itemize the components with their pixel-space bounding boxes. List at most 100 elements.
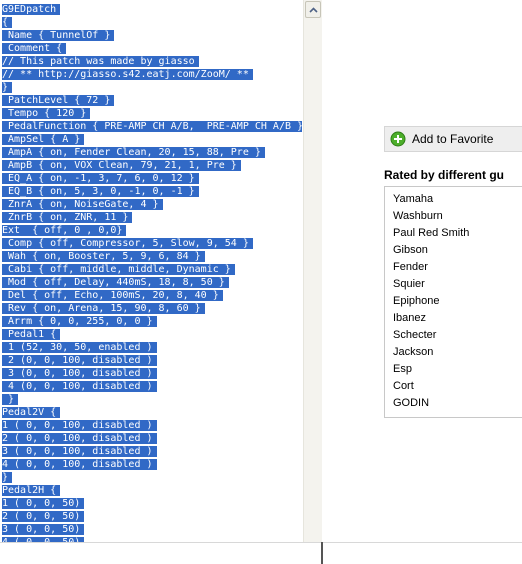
code-line: {: [2, 16, 302, 29]
code-line-text: // ** http://giasso.s42.eatj.com/ZooM/ *…: [2, 69, 253, 80]
code-line-text: EQ_B { on, 5, 3, 0, -1, 0, -1 }: [2, 186, 199, 197]
code-line: 4 (0, 0, 100, disabled ): [2, 380, 302, 393]
code-line: EQ_A { on, -1, 3, 7, 6, 0, 12 }: [2, 172, 302, 185]
code-line-text: G9EDpatch: [2, 4, 61, 15]
code-line: // This patch was made by giasso: [2, 55, 302, 68]
code-line: ZnrB { on, ZNR, 11 }: [2, 211, 302, 224]
rated-heading: Rated by different gu: [384, 168, 505, 182]
code-line-text: Ext { off, 0 , 0,0}: [2, 225, 127, 236]
code-line: ZnrA { on, NoiseGate, 4 }: [2, 198, 302, 211]
code-line-text: Mod { off, Delay, 440mS, 18, 8, 50 }: [2, 277, 229, 288]
code-line: Comp { off, Compressor, 5, Slow, 9, 54 }: [2, 237, 302, 250]
code-line: PatchLevel { 72 }: [2, 94, 302, 107]
code-line-text: 3 ( 0, 0, 50): [2, 524, 85, 535]
code-line: }: [2, 81, 302, 94]
brand-list-box: Yamaha Washburn Paul Red Smith Gibson Fender…: [384, 186, 522, 418]
add-to-favorite-button[interactable]: Add to Favorite: [384, 126, 522, 152]
code-line-text: Cabi { off, middle, middle, Dynamic }: [2, 264, 235, 275]
code-line-text: Del { off, Echo, 100mS, 20, 8, 40 }: [2, 290, 223, 301]
code-line: AmpA { on, Fender Clean, 20, 15, 88, Pre…: [2, 146, 302, 159]
brand-link[interactable]: Gibson: [393, 242, 469, 259]
code-line: 2 ( 0, 0, 50): [2, 510, 302, 523]
vertical-scrollbar[interactable]: [303, 0, 322, 542]
brand-link[interactable]: Washburn: [393, 208, 469, 225]
code-line: G9EDpatch: [2, 3, 302, 16]
code-line-text: PatchLevel { 72 }: [2, 95, 115, 106]
add-to-favorite-label: Add to Favorite: [412, 132, 494, 146]
code-line-text: Pedal2H {: [2, 485, 61, 496]
code-line-text: 2 ( 0, 0, 100, disabled ): [2, 433, 157, 444]
code-line-text: Tempo { 120 }: [2, 108, 91, 119]
code-line-text: Name { TunnelOf }: [2, 30, 115, 41]
code-line: Ext { off, 0 , 0,0}: [2, 224, 302, 237]
code-line-text: {: [2, 17, 13, 28]
code-line: Arrm { 0, 0, 255, 0, 0 }: [2, 315, 302, 328]
code-line-text: Comment {: [2, 43, 67, 54]
code-line: Wah { on, Booster, 5, 9, 6, 84 }: [2, 250, 302, 263]
brand-link[interactable]: Squier: [393, 276, 469, 293]
brand-link[interactable]: Cort: [393, 378, 469, 395]
panel-divider: [321, 542, 323, 564]
code-line: 3 (0, 0, 100, disabled ): [2, 367, 302, 380]
code-line-text: 3 ( 0, 0, 100, disabled ): [2, 446, 157, 457]
brand-link[interactable]: Schecter: [393, 327, 469, 344]
code-line: Comment {: [2, 42, 302, 55]
code-line: 2 (0, 0, 100, disabled ): [2, 354, 302, 367]
brand-link[interactable]: Yamaha: [393, 191, 469, 208]
patch-text-area[interactable]: G9EDpatch { Name { TunnelOf } Comment { //…: [2, 3, 302, 542]
code-line-text: Pedal1 {: [2, 329, 61, 340]
code-line-text: }: [2, 394, 19, 405]
code-line: AmpB { on, VOX Clean, 79, 21, 1, Pre }: [2, 159, 302, 172]
brand-link[interactable]: Esp: [393, 361, 469, 378]
code-line-text: AmpB { on, VOX Clean, 79, 21, 1, Pre }: [2, 160, 241, 171]
code-line: 2 ( 0, 0, 100, disabled ): [2, 432, 302, 445]
code-line: }: [2, 393, 302, 406]
code-line-text: 1 ( 0, 0, 100, disabled ): [2, 420, 157, 431]
code-line-text: AmpA { on, Fender Clean, 20, 15, 88, Pre…: [2, 147, 265, 158]
code-line: Pedal2V {: [2, 406, 302, 419]
code-line: }: [2, 471, 302, 484]
code-line-text: // This patch was made by giasso: [2, 56, 199, 67]
code-line-text: }: [2, 82, 13, 93]
brand-link[interactable]: Jackson: [393, 344, 469, 361]
code-line-text: Arrm { 0, 0, 255, 0, 0 }: [2, 316, 157, 327]
code-line: Pedal2H {: [2, 484, 302, 497]
code-line-text: ZnrA { on, NoiseGate, 4 }: [2, 199, 163, 210]
code-line-text: EQ_A { on, -1, 3, 7, 6, 0, 12 }: [2, 173, 199, 184]
bottom-scroll-area: [0, 542, 522, 564]
code-line-text: ZnrB { on, ZNR, 11 }: [2, 212, 133, 223]
brand-link[interactable]: GODIN: [393, 395, 469, 412]
arrow-up-icon: [308, 6, 318, 13]
code-line: Pedal1 {: [2, 328, 302, 341]
code-line-text: }: [2, 472, 13, 483]
code-line: // ** http://giasso.s42.eatj.com/ZooM/ *…: [2, 68, 302, 81]
code-line: 1 ( 0, 0, 50): [2, 497, 302, 510]
code-line: PedalFunction { PRE-AMP CH A/B, PRE-AMP …: [2, 120, 302, 133]
code-line-text: PedalFunction { PRE-AMP CH A/B, PRE-AMP …: [2, 121, 302, 132]
code-line: Rev { on, Arena, 15, 90, 8, 60 }: [2, 302, 302, 315]
brand-list: Yamaha Washburn Paul Red Smith Gibson Fender…: [393, 191, 469, 412]
code-line-text: 3 (0, 0, 100, disabled ): [2, 368, 157, 379]
brand-link[interactable]: Fender: [393, 259, 469, 276]
code-line: Del { off, Echo, 100mS, 20, 8, 40 }: [2, 289, 302, 302]
code-line-text: Rev { on, Arena, 15, 90, 8, 60 }: [2, 303, 205, 314]
plus-circle-icon: [390, 131, 406, 147]
code-line: Cabi { off, middle, middle, Dynamic }: [2, 263, 302, 276]
patch-text-editor[interactable]: G9EDpatch { Name { TunnelOf } Comment { //…: [0, 0, 322, 542]
code-line: 3 ( 0, 0, 100, disabled ): [2, 445, 302, 458]
code-line-text: 4 ( 0, 0, 100, disabled ): [2, 459, 157, 470]
code-line: 1 ( 0, 0, 100, disabled ): [2, 419, 302, 432]
code-line-text: 1 ( 0, 0, 50): [2, 498, 85, 509]
code-line: Mod { off, Delay, 440mS, 18, 8, 50 }: [2, 276, 302, 289]
code-line: 1 (52, 30, 50, enabled ): [2, 341, 302, 354]
brand-link[interactable]: Ibanez: [393, 310, 469, 327]
scroll-up-button[interactable]: [305, 1, 321, 18]
brand-link[interactable]: Paul Red Smith: [393, 225, 469, 242]
code-line: Name { TunnelOf }: [2, 29, 302, 42]
code-line-text: 2 (0, 0, 100, disabled ): [2, 355, 157, 366]
code-line-text: Pedal2V {: [2, 407, 61, 418]
code-line-text: Wah { on, Booster, 5, 9, 6, 84 }: [2, 251, 205, 262]
brand-link[interactable]: Epiphone: [393, 293, 469, 310]
code-line: EQ_B { on, 5, 3, 0, -1, 0, -1 }: [2, 185, 302, 198]
code-line-text: AmpSel { A }: [2, 134, 85, 145]
